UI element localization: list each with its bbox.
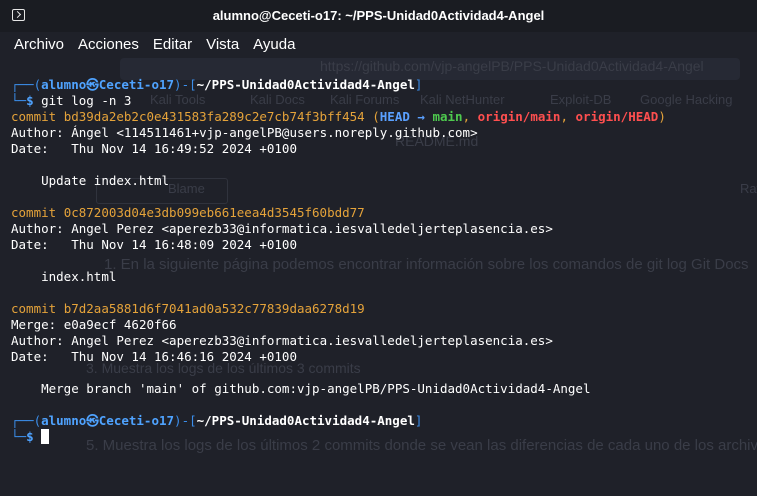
input-line[interactable]: └─$ (11, 429, 50, 445)
command-line: └─$ git log -n 3 (11, 93, 132, 108)
text-cursor (41, 429, 50, 444)
prompt-line-1: ┌──(alumno㉿Ceceti-o17)-[~/PPS-Unidad0Act… (11, 77, 423, 92)
date-line-1: Date: Thu Nov 14 16:49:52 2024 +0100 (11, 141, 297, 156)
message-line-3: Merge branch 'main' of github.com:vjp-an… (11, 381, 590, 397)
prompt-user: alumno (41, 77, 87, 92)
menu-editar[interactable]: Editar (153, 36, 192, 53)
commit-author: Ángel <114511461+vjp-angelPB@users.norep… (71, 125, 478, 140)
commit-hash: b7d2aa5881d6f7041ad0a532c77839daa6278d19 (63, 301, 365, 316)
commit-message: index.html (41, 269, 117, 284)
menu-ayuda[interactable]: Ayuda (253, 36, 295, 53)
menu-bar: Archivo Acciones Editar Vista Ayuda (0, 32, 757, 58)
author-line-1: Author: Ángel <114511461+vjp-angelPB@use… (11, 125, 478, 140)
commit-hash: 0c872003d04e3db099eb661eea4d3545f60bdd77 (63, 205, 365, 220)
commit-line-3: commit b7d2aa5881d6f7041ad0a532c77839daa… (11, 301, 365, 316)
author-line-3: Author: Angel Perez <aperezb33@informati… (11, 333, 553, 348)
commit-author: Angel Perez <aperezb33@informatica.iesva… (71, 221, 553, 236)
ref-head: HEAD (379, 109, 410, 124)
commit-date: Thu Nov 14 16:46:16 2024 +0100 (71, 349, 297, 364)
ref-remote-head: origin/HEAD (575, 109, 659, 124)
date-line-2: Date: Thu Nov 14 16:48:09 2024 +0100 (11, 237, 297, 252)
menu-archivo[interactable]: Archivo (14, 36, 64, 53)
date-line-3: Date: Thu Nov 14 16:46:16 2024 +0100 (11, 349, 297, 364)
prompt-cwd: ~/PPS-Unidad0Actividad4-Angel (196, 77, 415, 92)
ref-branch: main (432, 109, 463, 124)
message-line-2: index.html (11, 269, 116, 285)
command-text: git log -n 3 (41, 93, 132, 108)
terminal-output[interactable]: ┌──(alumno㉿Ceceti-o17)-[~/PPS-Unidad0Act… (0, 64, 757, 469)
commit-line-2: commit 0c872003d04e3db099eb661eea4d3545f… (11, 205, 365, 220)
prompt-line-2: ┌──(alumno㉿Ceceti-o17)-[~/PPS-Unidad0Act… (11, 413, 423, 428)
commit-merge-parents: e0a9ecf 4620f66 (63, 317, 177, 332)
merge-line-3: Merge: e0a9ecf 4620f66 (11, 317, 177, 332)
window-title: alumno@Ceceti-o17: ~/PPS-Unidad0Activida… (212, 8, 545, 23)
commit-message: Update index.html (41, 173, 170, 188)
commit-line-1: commit bd39da2eb2c0e431583fa289c2e7cb74f… (11, 109, 666, 124)
window-titlebar[interactable]: alumno@Ceceti-o17: ~/PPS-Unidad0Activida… (0, 0, 757, 32)
author-line-2: Author: Angel Perez <aperezb33@informati… (11, 221, 553, 236)
commit-author: Angel Perez <aperezb33@informatica.iesva… (71, 333, 553, 348)
prompt-host: Ceceti-o17 (98, 77, 175, 92)
message-line-1: Update index.html (11, 173, 169, 189)
commit-date: Thu Nov 14 16:49:52 2024 +0100 (71, 141, 297, 156)
ref-remote: origin/main (477, 109, 561, 124)
commit-message: Merge branch 'main' of github.com:vjp-an… (41, 381, 591, 396)
prompt-at: ㉿ (86, 77, 99, 92)
menu-acciones[interactable]: Acciones (78, 36, 139, 53)
commit-hash: bd39da2eb2c0e431583fa289c2e7cb74f3bff454 (63, 109, 365, 124)
menu-vista[interactable]: Vista (206, 36, 239, 53)
commit-date: Thu Nov 14 16:48:09 2024 +0100 (71, 237, 297, 252)
